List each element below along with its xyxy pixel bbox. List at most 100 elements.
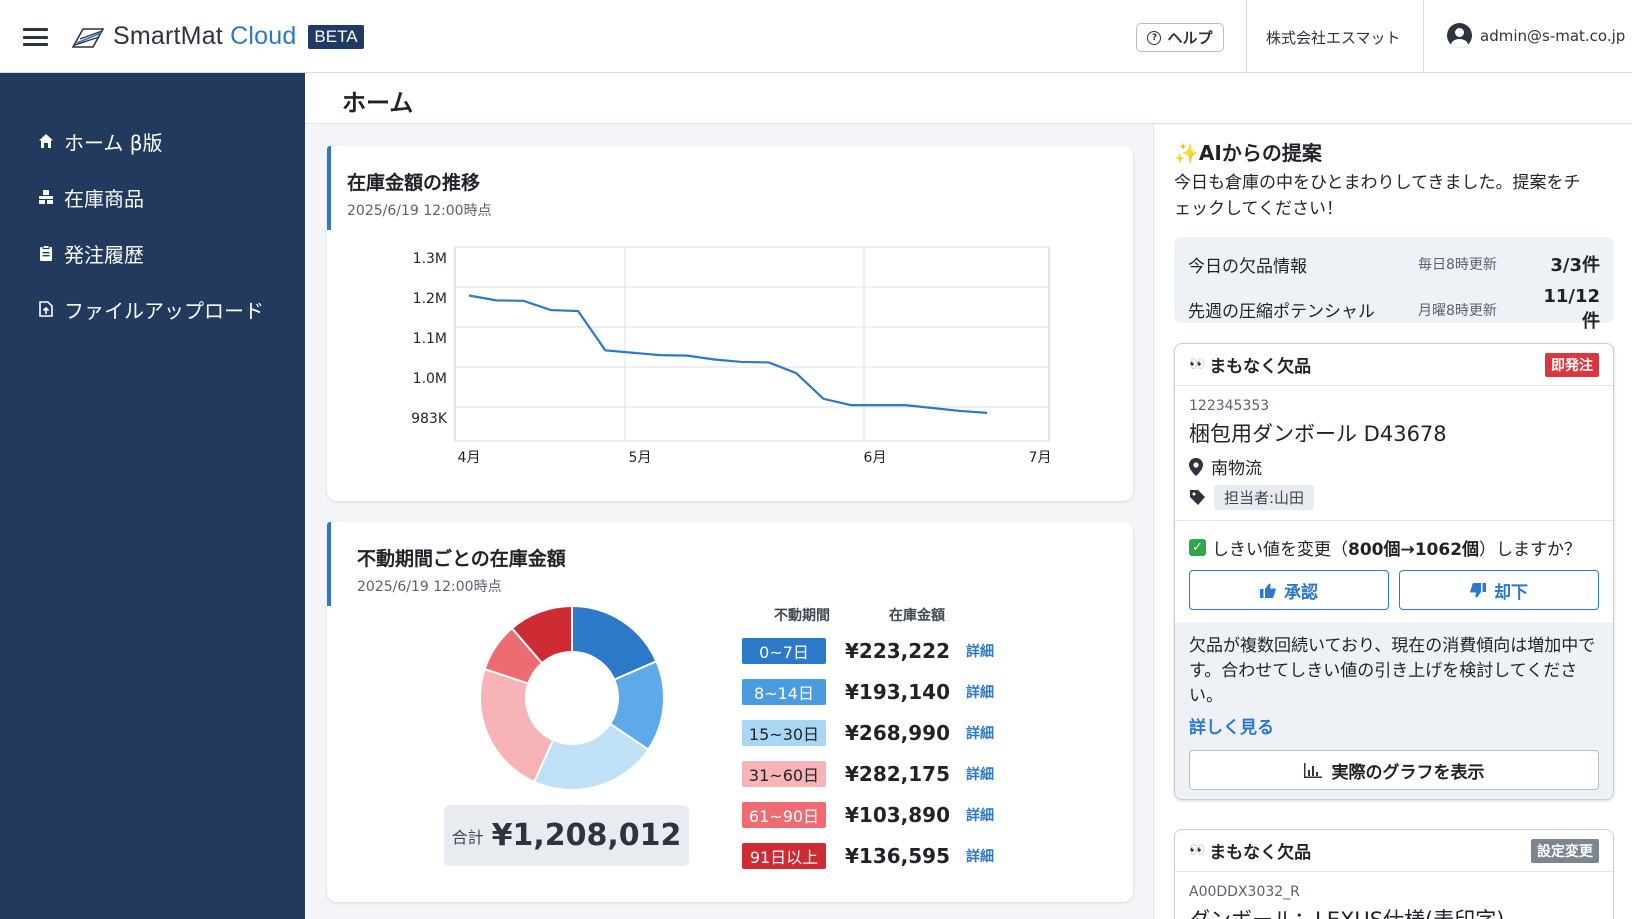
suggestion-header: 👀 まもなく欠品 即発注: [1175, 344, 1613, 386]
summary-count: 3/3件: [1550, 255, 1600, 276]
amount-value: ¥223,222: [844, 638, 950, 663]
table-row: 31~60日 ¥282,175 詳細: [742, 753, 1012, 794]
suggestion-title: 👀 まもなく欠品: [1189, 357, 1312, 377]
detail-link[interactable]: 詳細: [966, 682, 994, 702]
donut-slice[interactable]: [479, 667, 555, 784]
file-upload-icon: [37, 301, 54, 318]
inventory-icon: [37, 189, 54, 206]
suggestion-reason: 欠品が複数回続いており、現在の消費傾向は増加中です。合わせてしきい値の引き上げを…: [1175, 622, 1613, 799]
sidebar-item-label: ホーム β版: [64, 130, 163, 155]
detail-link[interactable]: 詳細: [966, 764, 994, 784]
sidebar-item-inventory[interactable]: 在庫商品: [0, 169, 305, 225]
amount-value: ¥282,175: [844, 761, 950, 786]
smartmat-logo-icon: [71, 27, 105, 48]
page-title: ホーム: [342, 89, 414, 117]
table-header: 不動期間 在庫金額: [742, 600, 1012, 630]
thumbs-up-icon: [1260, 583, 1276, 598]
inventory-trend-card: 在庫金額の推移 2025/6/19 12:00時点 1.3M 1.2M 1.1M 1.…: [327, 146, 1133, 501]
ai-panel-title: ✨AIからの提案: [1174, 141, 1322, 165]
y-tick-label: 1.0M: [413, 371, 447, 387]
see-more-link[interactable]: 詳しく見る: [1189, 713, 1599, 738]
table-body: 0~7日 ¥223,222 詳細 8~14日 ¥193,140 詳細 15~30日 ¥268,…: [742, 630, 1012, 876]
period-label: 8~14日: [742, 678, 826, 705]
product-tag: 担当者:山田: [1189, 485, 1599, 510]
sidebar-item-label: ファイルアップロード: [64, 298, 264, 323]
period-label: 61~90日: [742, 801, 826, 828]
x-tick-label: 5月: [629, 450, 652, 466]
product-sku: 122345353: [1189, 398, 1270, 414]
sidebar-item-home[interactable]: ホーム β版: [0, 113, 305, 169]
bar-chart-icon: [1303, 762, 1322, 778]
reject-button[interactable]: 却下: [1399, 570, 1599, 610]
sidebar-item-label: 発注履歴: [64, 242, 144, 267]
y-tick-label: 1.1M: [413, 331, 447, 347]
beta-badge: BETA: [308, 24, 364, 49]
sidebar-item-file-upload[interactable]: ファイルアップロード: [0, 281, 305, 337]
detail-link[interactable]: 詳細: [966, 805, 994, 825]
help-button[interactable]: ? ヘルプ: [1136, 23, 1224, 52]
header-divider: [1246, 0, 1247, 73]
period-label: 0~7日: [742, 637, 826, 664]
suggestion-card: 👀 まもなく欠品 設定変更 A00DDX3032_R ダンボール：LEXUS仕様…: [1174, 829, 1614, 919]
header-divider: [1423, 0, 1424, 73]
user-email: admin@s-mat.co.jp: [1480, 26, 1626, 45]
sidebar: ホーム β版 在庫商品 発注履歴 ファイルアップロード: [0, 73, 305, 919]
detail-link[interactable]: 詳細: [966, 723, 994, 743]
amount-value: ¥136,595: [844, 843, 950, 868]
period-label: 91日以上: [742, 842, 826, 869]
suggestion-header: 👀 まもなく欠品 設定変更: [1175, 830, 1613, 872]
question-icon: ?: [1147, 30, 1162, 45]
table-row: 8~14日 ¥193,140 詳細: [742, 671, 1012, 712]
detail-link[interactable]: 詳細: [966, 641, 994, 661]
sidebar-item-orders[interactable]: 発注履歴: [0, 225, 305, 281]
check-icon: ✓: [1189, 539, 1206, 556]
table-row: 61~90日 ¥103,890 詳細: [742, 794, 1012, 835]
user-avatar-icon: [1447, 23, 1472, 48]
approve-button[interactable]: 承認: [1189, 570, 1389, 610]
user-menu[interactable]: admin@s-mat.co.jp: [1447, 23, 1625, 48]
show-graph-button[interactable]: 実際のグラフを表示: [1189, 750, 1599, 790]
home-icon: [37, 133, 54, 150]
period-label: 31~60日: [742, 760, 826, 787]
detail-link[interactable]: 詳細: [966, 846, 994, 866]
clipboard-icon: [37, 245, 54, 262]
summary-update-time: 毎日8時更新: [1418, 257, 1497, 273]
menu-icon[interactable]: [23, 28, 48, 46]
amount-value: ¥103,890: [844, 802, 950, 827]
product-name[interactable]: 梱包用ダンボール D43678: [1189, 418, 1599, 448]
eyes-icon: 👀: [1189, 843, 1205, 858]
summary-count: 11/12件: [1543, 286, 1600, 332]
summary-label: 先週の圧縮ポテンシャル: [1188, 302, 1375, 322]
app-header: SmartMat Cloud BETA ? ヘルプ 株式会社エスマット admi…: [0, 0, 1632, 73]
company-name[interactable]: 株式会社エスマット: [1266, 27, 1401, 48]
app-logo[interactable]: SmartMat Cloud BETA: [69, 22, 364, 51]
summary-row-shortage[interactable]: 今日の欠品情報 毎日8時更新 3/3件: [1188, 251, 1600, 277]
reason-text: 欠品が複数回続いており、現在の消費傾向は増加中です。合わせてしきい値の引き上げを…: [1189, 636, 1596, 706]
ai-summary-box: 今日の欠品情報 毎日8時更新 3/3件 先週の圧縮ポテンシャル 月曜8時更新 1…: [1174, 237, 1614, 332]
ai-panel-description: 今日も倉庫の中をひとまわりしてきました。提案をチェックしてください！: [1174, 173, 1581, 219]
suggestion-card: 👀 まもなく欠品 即発注 122345353 梱包用ダンボール D43678 南…: [1174, 343, 1614, 800]
eyes-icon: 👀: [1189, 357, 1205, 372]
table-row: 91日以上 ¥136,595 詳細: [742, 835, 1012, 876]
total-amount-box: 合計 ¥1,208,012: [444, 805, 689, 866]
product-name[interactable]: ダンボール：LEXUS仕様(表印字): [1189, 904, 1599, 919]
help-label: ヘルプ: [1167, 29, 1213, 47]
summary-update-time: 月曜8時更新: [1418, 302, 1497, 319]
suggestion-title: 👀 まもなく欠品: [1189, 843, 1312, 863]
series-line: [468, 294, 988, 414]
y-tick-label: 983K: [411, 411, 448, 427]
amount-value: ¥268,990: [844, 720, 950, 745]
tag-icon: [1190, 490, 1205, 505]
summary-row-compression[interactable]: 先週の圧縮ポテンシャル 月曜8時更新 11/12件: [1188, 286, 1600, 333]
summary-label: 今日の欠品情報: [1188, 256, 1307, 277]
period-label: 15~30日: [742, 719, 826, 746]
assignee-chip: 担当者:山田: [1214, 485, 1315, 510]
urgent-order-badge: 即発注: [1545, 352, 1599, 377]
y-tick-label: 1.2M: [413, 291, 447, 307]
x-tick-label: 7月: [1029, 450, 1052, 466]
thumbs-down-icon: [1470, 582, 1486, 597]
ai-suggestion-panel: ✨AIからの提案 今日も倉庫の中をひとまわりしてきました。提案をチェックしてくだ…: [1153, 125, 1632, 919]
amount-value: ¥193,140: [844, 679, 950, 704]
threshold-question: ✓ しきい値を変更（800個→1062個）しますか？: [1189, 535, 1599, 560]
sidebar-item-label: 在庫商品: [64, 186, 144, 211]
